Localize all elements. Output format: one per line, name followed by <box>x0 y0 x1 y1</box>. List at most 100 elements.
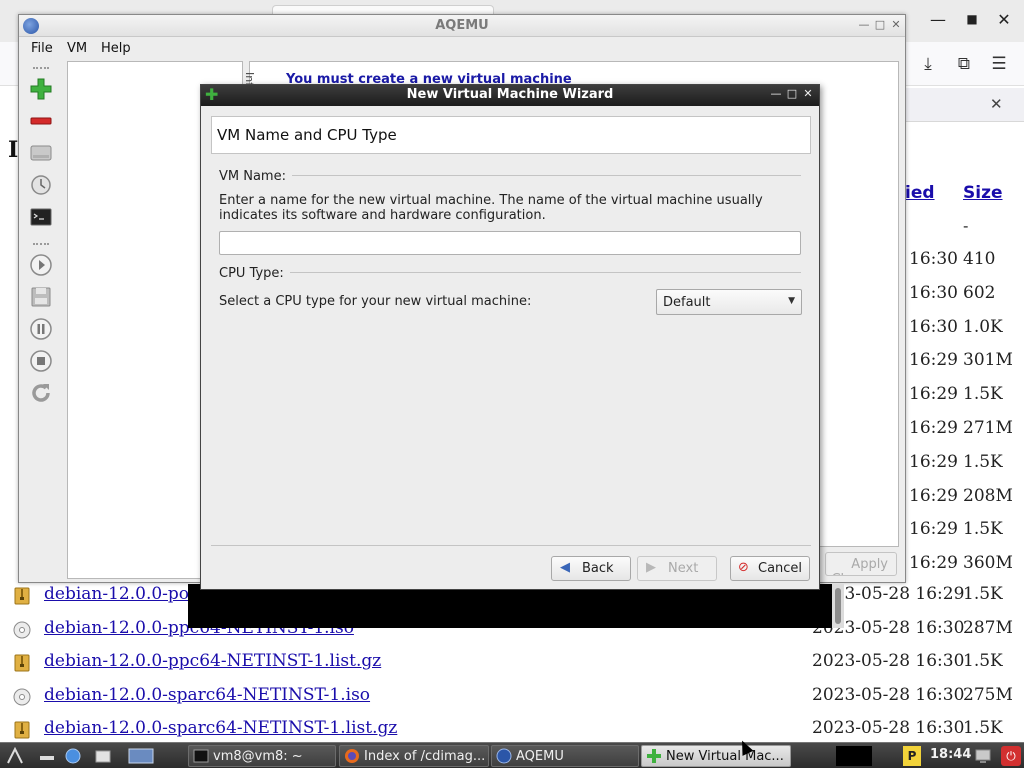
cpu-type-select[interactable]: Default ▼ <box>656 289 802 315</box>
archive-icon <box>14 721 30 739</box>
file-size: 275M <box>963 684 1013 705</box>
wizard-page-header: VM Name and CPU Type <box>211 116 811 154</box>
maximize-icon[interactable]: □ <box>873 18 887 31</box>
close-icon[interactable]: ✕ <box>889 18 903 31</box>
column-header-size[interactable]: Size <box>963 183 1003 203</box>
cancel-button[interactable]: ⊘ Cancel <box>730 556 810 581</box>
network-icon[interactable] <box>974 747 992 765</box>
maximize-icon[interactable]: □ <box>785 87 799 100</box>
power-icon[interactable]: ⏻ <box>1001 746 1021 766</box>
close-icon[interactable]: ✕ <box>992 10 1016 29</box>
reset-icon[interactable] <box>29 381 53 405</box>
row-size: 208M <box>963 485 1013 506</box>
disc-icon <box>13 688 31 706</box>
menu-file[interactable]: File <box>31 41 53 56</box>
apply-changes-button[interactable]: Apply Changes <box>825 552 897 576</box>
cancel-icon: ⊘ <box>738 560 749 575</box>
toolbar-grip[interactable] <box>33 67 49 69</box>
toolbar-grip[interactable] <box>33 243 49 245</box>
save-state-icon[interactable] <box>29 285 53 309</box>
clock-icon[interactable] <box>29 173 53 197</box>
clock[interactable]: 18:44 <box>930 747 971 762</box>
minimize-all-icon[interactable] <box>38 747 56 765</box>
stop-icon[interactable] <box>29 349 53 373</box>
desktop-pager-icon[interactable] <box>128 747 154 765</box>
extensions-icon[interactable]: ⧉ <box>953 54 975 74</box>
group-divider <box>219 175 801 176</box>
maximize-icon[interactable]: ■ <box>960 12 984 26</box>
scrollbar[interactable] <box>832 584 844 628</box>
aqemu-titlebar[interactable]: AQEMU — □ ✕ <box>19 15 905 37</box>
new-vm-wizard-dialog: ✚ New Virtual Machine Wizard — □ ✕ VM Na… <box>200 84 820 590</box>
add-vm-icon[interactable] <box>29 77 53 101</box>
row-size: 360M <box>963 553 1013 574</box>
file-link[interactable]: debian-12.0.0-sparc64-NETINST-1.list.gz <box>44 718 397 738</box>
next-button[interactable]: ▶ Next <box>637 556 717 581</box>
next-button-label: Next <box>668 561 699 576</box>
taskbar-item-browser[interactable]: Index of /cdimag... <box>339 745 489 767</box>
task-label: Index of /cdimag... <box>364 749 486 764</box>
taskbar: vm8@vm8: ~ Index of /cdimag... AQEMU New… <box>0 742 1024 768</box>
menu-vm[interactable]: VM <box>67 41 87 56</box>
file-link[interactable]: debian-12.0.0-ppc64-NETINST-1.list.gz <box>44 651 381 671</box>
file-manager-icon[interactable] <box>94 747 112 765</box>
row-time: 16:30 <box>909 249 958 269</box>
cpu-type-value: Default <box>663 295 711 310</box>
terminal-icon[interactable] <box>29 205 53 229</box>
row-time: 16:29 <box>909 350 958 371</box>
minimize-icon[interactable]: — <box>857 18 871 31</box>
scrollbar-thumb[interactable] <box>835 588 841 624</box>
minimize-icon[interactable]: — <box>769 87 783 100</box>
page-title: VM Name and CPU Type <box>217 126 397 144</box>
wizard-titlebar[interactable]: ✚ New Virtual Machine Wizard — □ ✕ <box>201 85 819 106</box>
row-time: 16:30 <box>909 316 958 337</box>
column-header-modified[interactable]: ied <box>905 183 935 203</box>
file-link[interactable]: debian-12.0.0-sparc64-NETINST-1.iso <box>44 685 370 705</box>
play-icon[interactable] <box>29 253 53 277</box>
vm-name-input[interactable] <box>219 231 801 255</box>
tray-p-icon[interactable]: P <box>903 746 921 766</box>
close-icon[interactable]: ✕ <box>990 95 1003 113</box>
cpu-type-description: Select a CPU type for your new virtual m… <box>219 294 532 309</box>
browser-launcher-icon[interactable] <box>64 747 82 765</box>
aqemu-title: AQEMU <box>435 18 489 33</box>
task-label: vm8@vm8: ~ <box>213 749 303 764</box>
arrow-right-icon: ▶ <box>646 560 656 575</box>
row-time: 16:29 <box>909 485 958 506</box>
file-modified: 2023-05-28 16:30 <box>812 651 965 672</box>
file-size: 1.5K <box>963 651 1003 672</box>
add-vm-icon <box>647 749 661 763</box>
file-modified: 2023-05-28 16:30 <box>812 718 965 739</box>
pause-icon[interactable] <box>29 317 53 341</box>
download-icon[interactable]: ⤓ <box>917 54 939 74</box>
notification-bar <box>905 88 1024 122</box>
menu-help[interactable]: Help <box>101 41 131 56</box>
cpu-type-group-label: CPU Type: <box>219 266 290 281</box>
file-size: 1.5K <box>963 584 1003 604</box>
back-button-label: Back <box>582 561 614 576</box>
file-size: 287M <box>963 617 1013 638</box>
remove-vm-icon[interactable] <box>29 109 53 133</box>
row-size: 271M <box>963 418 1013 438</box>
close-icon[interactable]: ✕ <box>801 87 815 100</box>
taskbar-item-terminal[interactable]: vm8@vm8: ~ <box>188 745 336 767</box>
row-size: 1.5K <box>963 451 1003 472</box>
chevron-down-icon: ▼ <box>788 296 795 306</box>
taskbar-item-aqemu[interactable]: AQEMU <box>491 745 639 767</box>
start-menu-icon[interactable] <box>6 747 24 765</box>
vm-name-description: Enter a name for the new virtual machine… <box>219 193 763 223</box>
menu-icon[interactable]: ☰ <box>988 54 1010 74</box>
drive-icon[interactable] <box>29 141 53 165</box>
taskbar-item-wizard[interactable]: New Virtual Mac... <box>641 745 791 767</box>
terminal-icon <box>193 749 209 763</box>
wizard-title: New Virtual Machine Wizard <box>406 87 614 102</box>
parent-dir-size: - <box>963 217 969 235</box>
arrow-left-icon: ◀ <box>560 560 570 575</box>
row-time: 16:29 <box>909 384 958 405</box>
back-button[interactable]: ◀ Back <box>551 556 631 581</box>
group-divider <box>219 272 801 273</box>
row-size: 1.0K <box>963 316 1003 337</box>
minimize-icon[interactable]: — <box>926 10 950 29</box>
list-item: debian-12.0.0-sparc64-NETINST-1.iso 2023-… <box>0 679 1024 713</box>
dialog-shadow <box>188 584 832 628</box>
